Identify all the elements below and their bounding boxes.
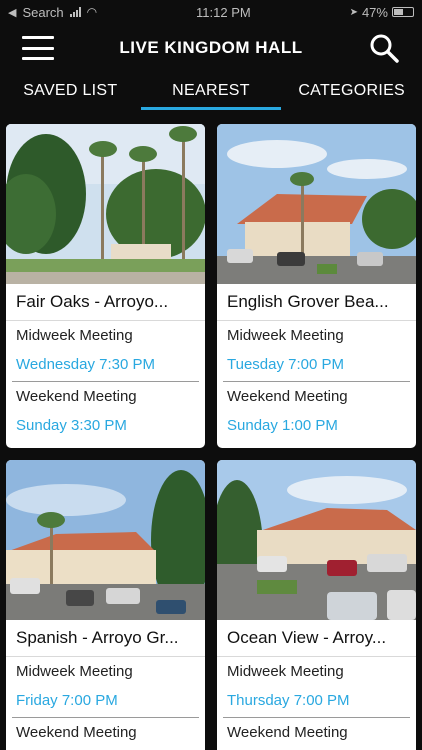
hall-title: Fair Oaks - Arroyo... — [16, 292, 169, 311]
midweek-time: Friday 7:00 PM — [16, 692, 118, 709]
hall-photo — [6, 124, 205, 284]
app-header: LIVE KINGDOM HALL — [0, 24, 422, 72]
midweek-label: Midweek Meeting — [227, 327, 344, 344]
weekend-label: Weekend Meeting — [16, 388, 137, 405]
status-bar: ◀ Search ◠ 11:12 PM ➤ 47% — [0, 0, 422, 24]
hall-grid: Fair Oaks - Arroyo... Midweek Meeting We… — [6, 124, 416, 750]
status-right: ➤ 47% — [350, 5, 414, 20]
status-left: ◀ Search ◠ — [8, 5, 97, 20]
wifi-icon: ◠ — [86, 5, 98, 19]
hall-photo — [6, 460, 205, 620]
app-title: LIVE KINGDOM HALL — [119, 38, 303, 57]
tab-bar: SAVED LIST NEAREST CATEGORIES — [0, 72, 422, 112]
hall-card[interactable]: Fair Oaks - Arroyo... Midweek Meeting We… — [6, 124, 205, 448]
hall-card[interactable]: English Grover Bea... Midweek Meeting Tu… — [217, 124, 416, 448]
midweek-time: Wednesday 7:30 PM — [16, 356, 155, 373]
search-icon[interactable] — [368, 32, 400, 64]
tab-categories[interactable]: CATEGORIES — [281, 72, 422, 112]
hall-photo — [217, 460, 416, 620]
midweek-label: Midweek Meeting — [16, 663, 133, 680]
back-arrow-icon: ◀ — [8, 6, 17, 19]
tab-nearest[interactable]: NEAREST — [140, 72, 282, 112]
status-time: 11:12 PM — [196, 4, 251, 20]
hall-title: English Grover Bea... — [227, 292, 389, 311]
weekend-label: Weekend Meeting — [227, 388, 348, 405]
hamburger-menu-icon[interactable] — [22, 36, 54, 60]
location-icon: ➤ — [349, 6, 358, 18]
midweek-time: Tuesday 7:00 PM — [227, 356, 345, 373]
midweek-time: Thursday 7:00 PM — [227, 692, 350, 709]
midweek-label: Midweek Meeting — [16, 327, 133, 344]
hall-title: Spanish - Arroyo Gr... — [16, 628, 179, 647]
hall-card[interactable]: Ocean View - Arroy... Midweek Meeting Th… — [217, 460, 416, 750]
weekend-label: Weekend Meeting — [227, 724, 348, 741]
status-carrier: Search — [22, 4, 64, 20]
tab-saved-list[interactable]: SAVED LIST — [0, 72, 141, 112]
weekend-label: Weekend Meeting — [16, 724, 137, 741]
battery-icon — [391, 7, 414, 17]
hall-title: Ocean View - Arroy... — [227, 628, 387, 647]
midweek-label: Midweek Meeting — [227, 663, 344, 680]
battery-percent: 47% — [361, 4, 388, 20]
weekend-time: Sunday 3:30 PM — [16, 417, 127, 434]
hall-photo — [217, 124, 416, 284]
signal-icon — [69, 7, 81, 17]
weekend-time: Sunday 1:00 PM — [227, 417, 338, 434]
hall-card[interactable]: Spanish - Arroyo Gr... Midweek Meeting F… — [6, 460, 205, 750]
